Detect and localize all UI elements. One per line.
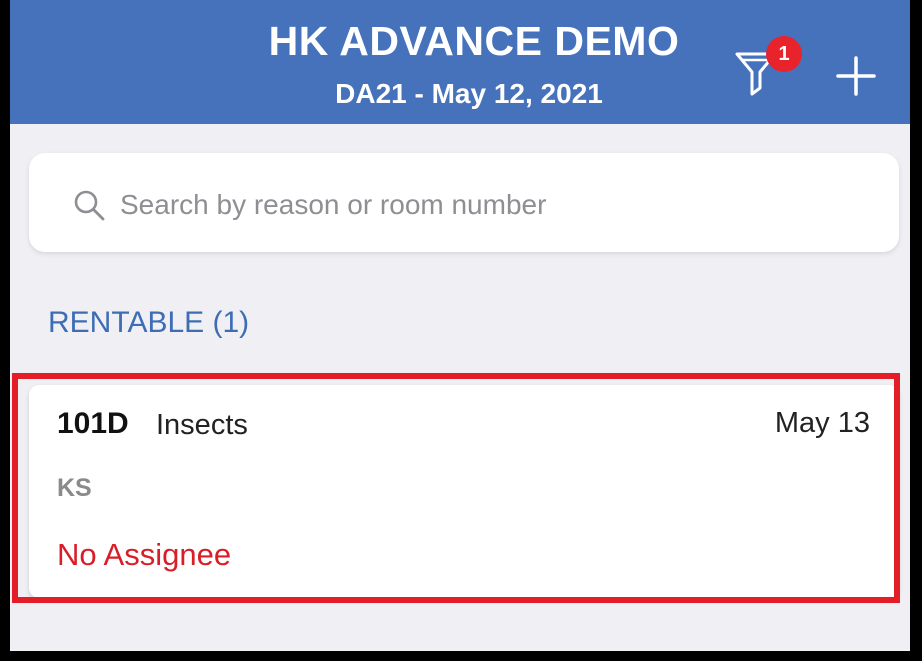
highlight-box bbox=[12, 373, 900, 603]
search-icon bbox=[74, 190, 105, 221]
header-bar: HK ADVANCE DEMO DA21 - May 12, 2021 1 bbox=[10, 0, 910, 124]
app-screen: HK ADVANCE DEMO DA21 - May 12, 2021 1 RE… bbox=[10, 0, 910, 651]
search-input[interactable] bbox=[118, 178, 842, 232]
section-header-rentable: RENTABLE (1) bbox=[48, 306, 250, 339]
filter-count-badge: 1 bbox=[766, 36, 802, 72]
add-button[interactable] bbox=[836, 56, 876, 96]
plus-icon bbox=[836, 56, 876, 96]
